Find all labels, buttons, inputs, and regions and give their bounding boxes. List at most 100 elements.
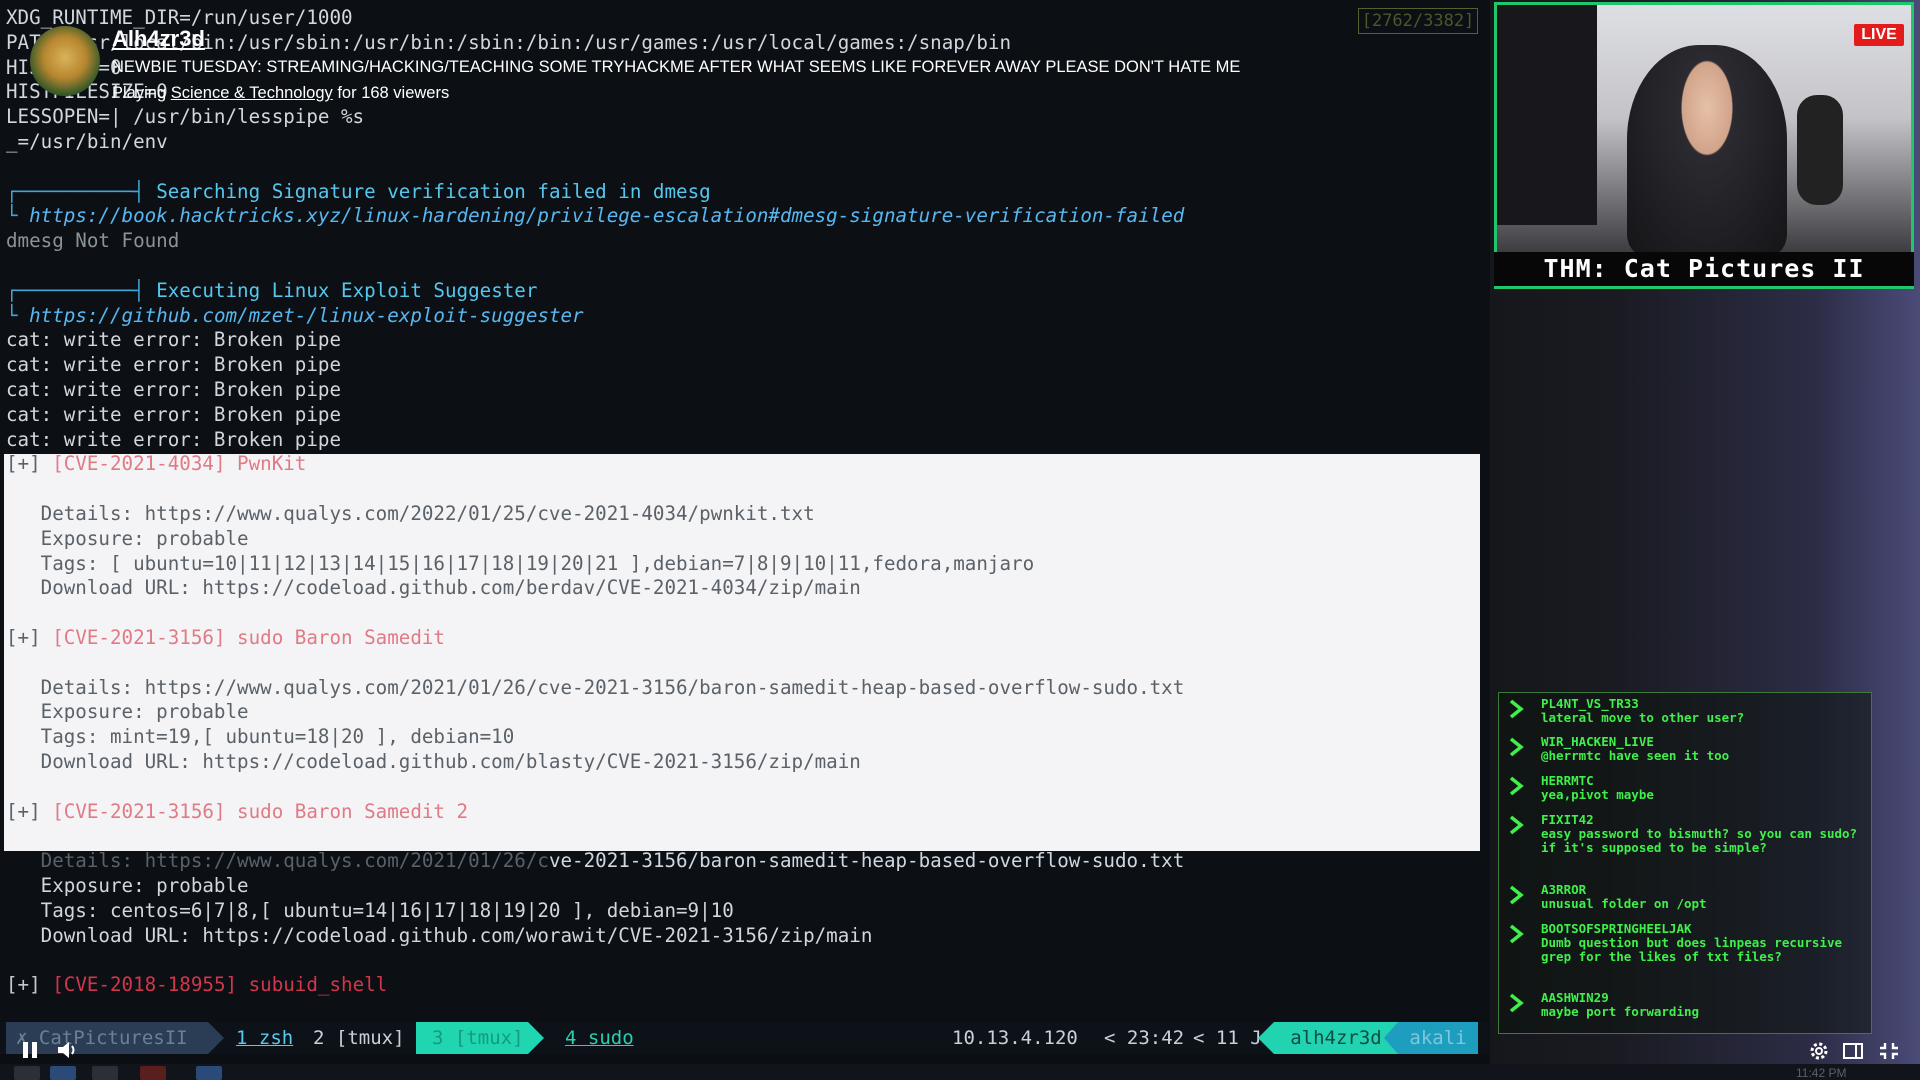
chat-chevron-icon: [1509, 776, 1524, 796]
cve-heading-line: [+] [CVE-2018-18955] subuid_shell: [6, 973, 387, 997]
fullscreen-exit-icon[interactable]: [1878, 1041, 1900, 1061]
selected-text: Details: https://www.qualys.com/2021/01/…: [6, 849, 549, 873]
section-header-text: Searching Signature verification failed …: [156, 179, 711, 203]
cve-detail-line: Details: https://www.qualys.com/2021/01/…: [6, 675, 1185, 699]
terminal-line: cat: write error: Broken pipe: [6, 328, 342, 352]
chat-chevron-icon: [1509, 737, 1524, 757]
chat-text: yea,pivot maybe: [1541, 787, 1654, 802]
chat-username[interactable]: A3RROR: [1541, 883, 1586, 897]
tmux-window-1[interactable]: 1 zsh: [236, 1022, 293, 1054]
chat-text: @herrmtc have seen it too: [1541, 748, 1730, 763]
chat-chevron-icon: [1509, 924, 1524, 944]
section-box-glyph: └: [6, 303, 30, 327]
chat-username[interactable]: AASHWIN29: [1541, 991, 1609, 1005]
taskbar-app-icon[interactable]: [140, 1066, 166, 1080]
tmux-window-3-active[interactable]: 3 [tmux]: [416, 1022, 544, 1054]
reference-link-line: └ https://github.com/mzet-/linux-exploit…: [6, 304, 584, 328]
webcam-feed: [1494, 2, 1914, 289]
taskbar-app-icon[interactable]: [196, 1066, 222, 1080]
terminal-line: cat: write error: Broken pipe: [6, 427, 342, 451]
cve-detail-line: Download URL: https://codeload.github.co…: [6, 576, 861, 600]
unselected-text: ve-2021-3156/baron-samedit-heap-based-ov…: [548, 849, 1185, 873]
chat-username[interactable]: HERRMTC: [1541, 774, 1594, 788]
cve-detail-line: Details: https://www.qualys.com/2022/01/…: [6, 502, 815, 525]
chat-username[interactable]: FIXIT42: [1541, 813, 1594, 827]
webcam-poster: [1497, 5, 1597, 225]
chat-text: easy password to bismuth? so you can sud…: [1541, 826, 1858, 855]
cve-detail-line: Exposure: probable: [6, 526, 249, 550]
chat-overlay: PL4NT_VS_TR33 lateral move to other user?…: [1498, 692, 1872, 1034]
cve-detail-line: Tags: [ ubuntu=10|11|12|13|14|15|16|17|1…: [6, 551, 1035, 575]
chat-text: unusual folder on /opt: [1541, 896, 1707, 911]
cve-detail-line: Tags: mint=19,[ ubuntu=18|20 ], debian=1…: [6, 725, 515, 749]
reference-link-line: └ https://book.hacktricks.xyz/linux-hard…: [6, 204, 1184, 228]
system-clock: 11:42 PM: [1796, 1066, 1847, 1080]
cve-detail-line: Exposure: probable: [6, 700, 249, 724]
taskbar-app-icon[interactable]: [50, 1066, 76, 1080]
tmux-window-4[interactable]: 4 sudo: [565, 1022, 634, 1054]
reference-link[interactable]: https://book.hacktricks.xyz/linux-harden…: [29, 204, 1184, 227]
live-badge: LIVE: [1854, 24, 1904, 46]
desktop-taskbar: [0, 1064, 1920, 1080]
chat-text: maybe port forwarding: [1541, 1004, 1700, 1019]
pause-icon[interactable]: [20, 1040, 40, 1060]
cve-bullet: [+]: [6, 452, 53, 476]
chat-chevron-icon: [1509, 699, 1524, 719]
section-box-glyph: ┌──────────┤: [6, 179, 157, 203]
section-header-line: ┌──────────┤ Searching Signature verific…: [6, 180, 711, 204]
chat-chevron-icon: [1509, 993, 1524, 1013]
section-header-line: ┌──────────┤ Executing Linux Exploit Sug…: [6, 279, 537, 303]
chat-text: Dumb question but does linpeas recursive…: [1541, 935, 1843, 964]
tmux-ip-address: 10.13.4.120: [952, 1027, 1078, 1049]
chat-username[interactable]: PL4NT_VS_TR33: [1541, 697, 1639, 711]
category-link[interactable]: Science & Technology: [171, 84, 333, 102]
cve-title: [CVE-2021-4034] PwnKit: [52, 452, 307, 476]
terminal-line: dmesg Not Found: [6, 229, 180, 253]
chat-username[interactable]: BOOTSOFSPRINGHEELJAK: [1541, 922, 1692, 936]
terminal-line: cat: write error: Broken pipe: [6, 378, 342, 401]
cve-heading-line: [+] [CVE-2021-3156] sudo Baron Samedit: [6, 626, 445, 650]
tmux-host: akali: [1384, 1022, 1478, 1054]
webcam-microphone: [1797, 95, 1843, 205]
theatre-mode-icon[interactable]: [1842, 1041, 1864, 1061]
volume-icon[interactable]: [56, 1039, 80, 1061]
taskbar-app-icon[interactable]: [14, 1066, 40, 1080]
playing-prefix: Playing: [112, 84, 171, 102]
cve-bullet: [+]: [6, 799, 53, 823]
reference-link[interactable]: https://github.com/mzet-/linux-exploit-s…: [29, 304, 584, 327]
settings-icon[interactable]: [1808, 1040, 1830, 1062]
taskbar-app-icon[interactable]: [92, 1066, 118, 1080]
cve-title: [CVE-2021-3156] sudo Baron Samedit: [52, 626, 445, 649]
streamer-name-link[interactable]: Alh4zr3d: [112, 26, 205, 52]
terminal-pane[interactable]: XDG_RUNTIME_DIR=/run/user/1000 PATH=/usr/…: [0, 0, 1490, 1022]
cve-detail-line: Download URL: https://codeload.github.co…: [6, 750, 861, 773]
streamer-avatar[interactable]: [30, 26, 100, 96]
stream-category-line: Playing Science & Technology for 168 vie…: [112, 84, 449, 103]
terminal-line: LESSOPEN=| /usr/bin/lesspipe %s: [6, 105, 365, 129]
tmux-time-value: 23:42: [1126, 1027, 1185, 1049]
tmux-window-2[interactable]: 2 [tmux]: [313, 1022, 405, 1054]
terminal-line: _=/usr/bin/env: [6, 130, 168, 153]
cve-bullet: [+]: [6, 626, 53, 649]
chat-username[interactable]: WIR_HACKEN_LIVE: [1541, 735, 1654, 749]
cve-heading-line: [+] [CVE-2021-3156] sudo Baron Samedit 2: [6, 800, 468, 824]
scroll-position-counter: [2762/3382]: [1358, 8, 1478, 34]
cve-title: [CVE-2021-3156] sudo Baron Samedit 2: [52, 799, 469, 823]
terminal-line: Exposure: probable: [6, 874, 249, 897]
webcam-streamer: [1627, 45, 1787, 255]
chat-chevron-icon: [1509, 885, 1524, 905]
section-box-glyph: └: [6, 204, 30, 228]
terminal-line: Download URL: https://codeload.github.co…: [6, 923, 873, 947]
tmux-time: < 23:42: [1104, 1027, 1185, 1049]
chat-text: lateral move to other user?: [1541, 710, 1745, 725]
tmux-user: alh4zr3d: [1258, 1022, 1398, 1054]
chat-chevron-icon: [1509, 815, 1524, 835]
stream-title: NEWBIE TUESDAY: STREAMING/HACKING/TEACHI…: [112, 58, 1241, 76]
cve-bullet: [+]: [6, 973, 53, 997]
cve-detail-line: Details: https://www.qualys.com/2021/01/…: [6, 849, 1185, 873]
cve-title: [CVE-2018-18955] subuid_shell: [52, 973, 388, 997]
terminal-line: cat: write error: Broken pipe: [6, 402, 342, 426]
cve-heading-line: [+] [CVE-2021-4034] PwnKit: [6, 452, 306, 476]
section-box-glyph: ┌──────────┤: [6, 278, 157, 302]
tmux-status-bar: ✗ CatPicturesII 1 zsh 2 [tmux] 3 [tmux] …: [0, 1022, 1490, 1054]
